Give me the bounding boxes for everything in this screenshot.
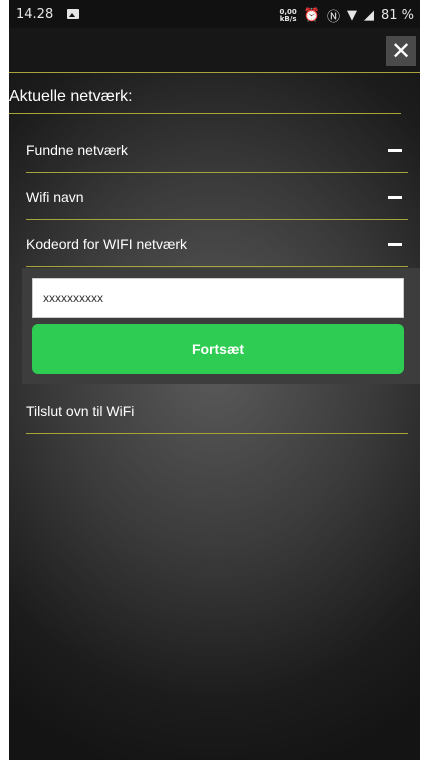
section-title: Aktuelle netværk: <box>9 88 133 105</box>
minus-icon <box>388 149 402 152</box>
network-speed: 0,00 kB/s <box>279 8 297 23</box>
row-found-networks[interactable]: Fundne netværk <box>26 127 408 173</box>
nfc-icon: Ⓝ <box>326 10 340 25</box>
row-divider <box>26 172 408 173</box>
status-bar: 14.28 0,00 kB/s ⏰ Ⓝ ▼ ◢ 81 % <box>9 0 420 28</box>
row-label: Fundne netværk <box>26 142 128 158</box>
signal-icon: ◢ <box>363 8 374 23</box>
wifi-icon: ▼ <box>346 8 357 23</box>
row-connect-oven[interactable]: Tilslut ovn til WiFi <box>26 388 408 434</box>
status-icons: 0,00 kB/s ⏰ Ⓝ ▼ ◢ 81 % <box>279 6 414 25</box>
app-screen: 14.28 0,00 kB/s ⏰ Ⓝ ▼ ◢ 81 % ✕ Aktuelle … <box>9 0 420 760</box>
row-wifi-password[interactable]: Kodeord for WIFI netværk <box>26 221 408 267</box>
section-divider <box>9 113 401 114</box>
minus-icon <box>388 243 402 246</box>
row-divider <box>26 266 408 267</box>
minus-icon <box>388 196 402 199</box>
password-field[interactable] <box>32 278 404 318</box>
close-button[interactable]: ✕ <box>386 36 416 66</box>
close-icon: ✕ <box>390 37 412 65</box>
row-divider <box>26 219 408 220</box>
top-bar: ✕ <box>9 28 420 72</box>
top-divider <box>9 72 420 73</box>
network-speed-unit: kB/s <box>279 14 297 23</box>
row-label: Tilslut ovn til WiFi <box>26 403 135 419</box>
row-label: Kodeord for WIFI netværk <box>26 236 188 252</box>
row-divider <box>26 433 408 434</box>
gallery-notification-icon <box>67 9 79 19</box>
status-time: 14.28 <box>16 7 54 22</box>
row-wifi-name[interactable]: Wifi navn <box>26 174 408 220</box>
row-label: Wifi navn <box>26 189 84 205</box>
battery-level: 81 % <box>380 8 414 23</box>
alarm-icon: ⏰ <box>303 8 320 23</box>
password-panel: Fortsæt <box>22 268 420 384</box>
continue-button[interactable]: Fortsæt <box>32 324 404 374</box>
